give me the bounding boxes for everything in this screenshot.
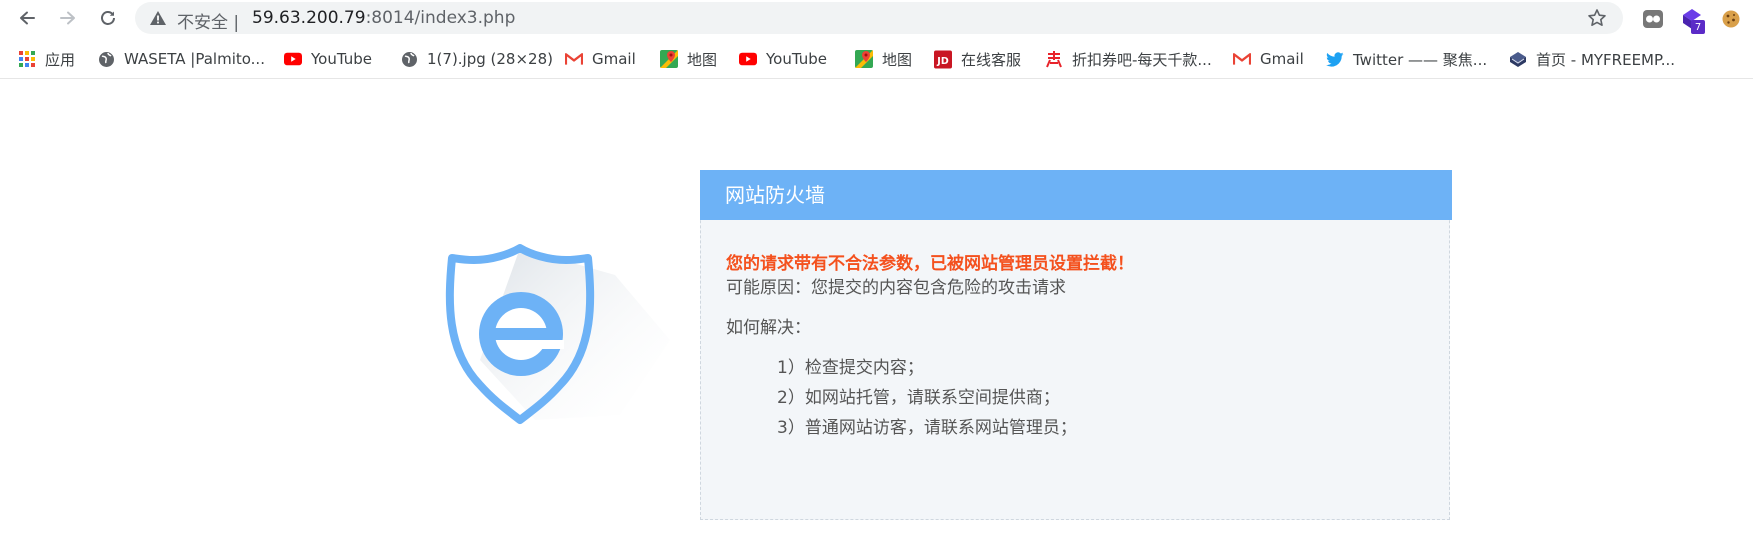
gmail-icon: [565, 50, 583, 68]
bookmark-apps[interactable]: 应用: [18, 49, 75, 69]
cookie-extension-icon: [1722, 10, 1740, 28]
extension-cookie[interactable]: [1719, 7, 1743, 31]
blocked-warning: 您的请求带有不合法参数，已被网站管理员设置拦截！: [726, 254, 1134, 274]
browser-toolbar: 不安全 | 59.63.200.79:8014/index3.php 7: [0, 0, 1753, 36]
forward-arrow-icon: [60, 11, 75, 25]
bookmark-label: 1(7).jpg (28×28): [427, 50, 553, 68]
bookmark-jd[interactable]: JD 在线客服: [934, 49, 1021, 69]
extension-badge: 7: [1691, 20, 1705, 34]
bookmark-waseta[interactable]: WASETA |Palmito...: [97, 49, 265, 69]
apps-grid-icon: [18, 50, 36, 68]
bookmark-twitter[interactable]: Twitter —— 聚焦...: [1326, 49, 1487, 69]
howto-heading: 如何解决：: [726, 318, 811, 338]
url-host: 59.63.200.79: [252, 8, 366, 28]
reload-button[interactable]: [96, 6, 120, 30]
bookmark-coupon[interactable]: 折扣券吧-每天千款...: [1045, 49, 1212, 69]
security-status[interactable]: 不安全 |: [177, 8, 239, 33]
gmail-icon: [1233, 50, 1251, 68]
bookmark-youtube-2[interactable]: YouTube: [739, 49, 827, 69]
solution-step: 3）普通网站访客，请联系网站管理员；: [777, 418, 1077, 438]
bookmark-label: WASETA |Palmito...: [124, 50, 265, 68]
bookmark-label: Twitter —— 聚焦...: [1353, 50, 1488, 69]
bookmark-label: Gmail: [1260, 50, 1304, 68]
bookmarks-bar: 应用 WASETA |Palmito... YouTube 1(7).jpg (…: [0, 40, 1753, 79]
bookmark-star-icon[interactable]: [1587, 8, 1607, 28]
bookmark-gmail-1[interactable]: Gmail: [565, 49, 636, 69]
possible-reason: 可能原因：您提交的内容包含危险的攻击请求: [726, 278, 1066, 298]
forward-button[interactable]: [56, 6, 80, 30]
bookmark-label: 首页 - MYFREEMP...: [1536, 50, 1676, 69]
bookmark-gmail-2[interactable]: Gmail: [1233, 49, 1304, 69]
coupon-icon: [1045, 50, 1063, 68]
bookmark-label: 在线客服: [961, 50, 1022, 69]
book-icon: [1509, 50, 1527, 68]
solution-steps: 1）检查提交内容； 2）如网站托管，请联系空间提供商； 3）普通网站访客，请联系…: [777, 353, 1077, 443]
back-button[interactable]: [15, 6, 39, 30]
solution-step: 1）检查提交内容；: [777, 358, 924, 378]
bookmark-label: YouTube: [766, 50, 827, 68]
reload-icon: [101, 11, 115, 25]
svg-text:JD: JD: [936, 55, 949, 66]
url-path: :8014/index3.php: [365, 8, 516, 28]
firewall-panel: 网站防火墙 您的请求带有不合法参数，已被网站管理员设置拦截！ 可能原因：您提交的…: [700, 170, 1452, 520]
bookmark-label: YouTube: [311, 50, 372, 68]
extension-ghostery[interactable]: [1641, 7, 1665, 31]
shield-e-logo: [445, 244, 670, 424]
youtube-icon: [284, 50, 302, 68]
bookmark-label: 地图: [687, 50, 718, 69]
bookmark-label: 地图: [882, 50, 913, 69]
bookmark-label: Gmail: [592, 50, 636, 68]
youtube-icon: [739, 50, 757, 68]
security-label: 不安全: [177, 13, 228, 33]
bookmark-maps-2[interactable]: 地图: [855, 49, 912, 69]
jd-icon: JD: [934, 50, 952, 68]
firewall-title: 网站防火墙: [700, 170, 1452, 220]
bookmark-youtube-1[interactable]: YouTube: [284, 49, 372, 69]
twitter-icon: [1326, 50, 1344, 68]
url-separator: |: [233, 13, 240, 33]
back-arrow-icon: [20, 11, 35, 25]
solution-step: 2）如网站托管，请联系空间提供商；: [777, 388, 1060, 408]
warning-icon[interactable]: [149, 10, 167, 26]
bookmark-label: 应用: [45, 50, 76, 69]
bookmark-image[interactable]: 1(7).jpg (28×28): [400, 49, 553, 69]
ghost-extension-icon: [1643, 10, 1663, 28]
address-bar[interactable]: 不安全 | 59.63.200.79:8014/index3.php: [135, 2, 1623, 34]
globe-icon: [97, 50, 115, 68]
globe-icon: [400, 50, 418, 68]
bookmark-myfreemp[interactable]: 首页 - MYFREEMP...: [1509, 49, 1675, 69]
maps-icon: [660, 50, 678, 68]
bookmark-label: 折扣券吧-每天千款...: [1072, 50, 1212, 69]
url-text[interactable]: 59.63.200.79:8014/index3.php: [252, 8, 515, 28]
maps-icon: [855, 50, 873, 68]
bookmark-maps-1[interactable]: 地图: [660, 49, 717, 69]
